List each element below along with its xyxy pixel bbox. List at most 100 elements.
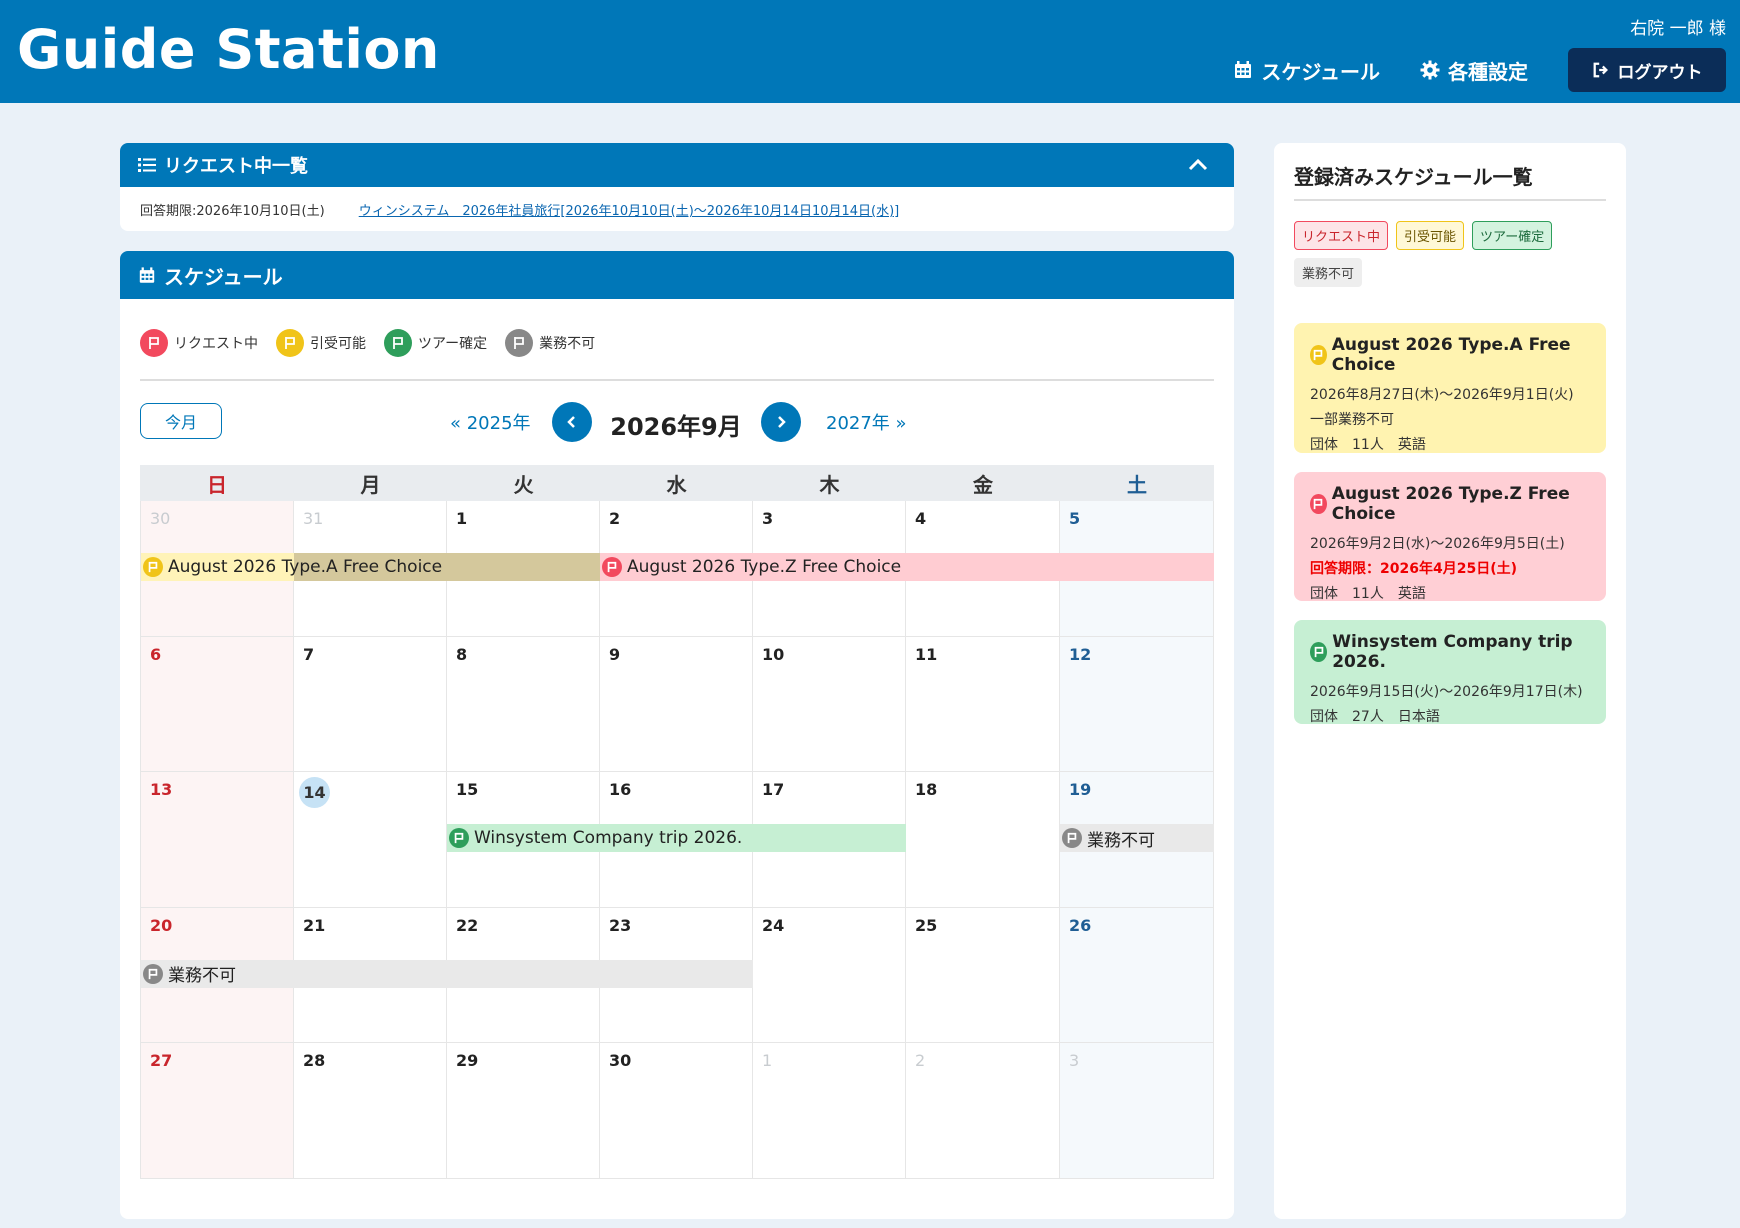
calendar-day[interactable]: 29 <box>447 1043 600 1179</box>
logout-button[interactable]: ログアウト <box>1568 48 1726 92</box>
event-bar-type-z[interactable]: August 2026 Type.Z Free Choice <box>600 553 1214 581</box>
schedule-card-note: 一部業務不可 <box>1310 412 1394 428</box>
nav-schedule-link[interactable]: スケジュール <box>1233 48 1380 92</box>
main-nav: スケジュール 各種設定 ログアウト <box>1233 48 1726 92</box>
chevron-up-icon[interactable] <box>1186 153 1210 177</box>
calendar-day[interactable]: 28 <box>294 1043 447 1179</box>
calendar-week: 13 14 15 16 17 18 19 Winsystem Company t… <box>140 772 1214 908</box>
day-number: 3 <box>762 509 774 528</box>
chevron-right-icon <box>778 416 786 428</box>
flag-icon <box>1062 828 1082 848</box>
badge-request[interactable]: リクエスト中 <box>1294 221 1389 250</box>
next-month-button[interactable] <box>761 402 801 442</box>
day-number: 28 <box>303 1051 326 1070</box>
event-label: 業務不可 <box>1087 830 1155 851</box>
request-link[interactable]: ウィンシステム 2026年社員旅行[2026年10月10日(土)〜2026年10… <box>359 200 900 219</box>
schedule-card: スケジュール リクエスト中 引受可能 ツアー確定 業務不可 今月 « 2025年… <box>120 251 1234 1219</box>
day-number: 1 <box>456 509 468 528</box>
day-number: 7 <box>303 644 315 664</box>
day-number: 1 <box>762 1051 773 1070</box>
status-legend: リクエスト中 引受可能 ツアー確定 業務不可 <box>140 329 613 357</box>
event-bar-winsystem[interactable]: Winsystem Company trip 2026. <box>447 824 906 852</box>
app-header: Guide Station 右院 一郎 様 スケジュール 各種設定 ログアウト <box>0 0 1740 103</box>
calendar-day[interactable]: 7 <box>294 636 447 772</box>
calendar-day[interactable]: 12 <box>1060 636 1214 772</box>
calendar-day[interactable]: 10 <box>753 636 906 772</box>
month-title: 2026年9月 <box>610 413 742 441</box>
calendar-day[interactable]: 27 <box>140 1043 294 1179</box>
badge-acceptable[interactable]: 引受可能 <box>1396 221 1465 250</box>
badge-confirmed[interactable]: ツアー確定 <box>1472 221 1553 250</box>
day-number: 31 <box>303 509 324 528</box>
schedule-card-title-text: August 2026 Type.A Free Choice <box>1331 335 1571 375</box>
prev-year-link[interactable]: « 2025年 <box>450 409 531 435</box>
legend-unavailable: 業務不可 <box>505 329 595 357</box>
calendar-day[interactable]: 1 <box>753 1043 906 1179</box>
calendar-day[interactable]: 3 <box>1060 1043 1214 1179</box>
event-bar-unavailable[interactable]: 業務不可 <box>141 959 753 988</box>
day-number: 10 <box>762 644 785 664</box>
day-number: 5 <box>1069 509 1081 528</box>
schedule-card-type-a[interactable]: August 2026 Type.A Free Choice 2026年8月27… <box>1294 323 1606 453</box>
schedule-card-type-z[interactable]: August 2026 Type.Z Free Choice 2026年9月2日… <box>1294 472 1606 602</box>
flag-icon <box>143 963 163 984</box>
day-number: 6 <box>150 644 162 664</box>
flag-icon <box>1310 345 1327 365</box>
nav-settings-link[interactable]: 各種設定 <box>1420 48 1528 92</box>
badge-unavailable[interactable]: 業務不可 <box>1294 258 1363 287</box>
calendar-day[interactable]: 30 <box>600 1043 753 1179</box>
next-year-link[interactable]: 2027年 » <box>826 409 907 435</box>
flag-icon <box>449 828 469 848</box>
day-number: 30 <box>609 1051 632 1070</box>
app-logo[interactable]: Guide Station <box>17 18 440 81</box>
nav-settings-label: 各種設定 <box>1448 59 1528 84</box>
flag-icon <box>143 557 163 577</box>
day-number: 17 <box>762 780 785 799</box>
calendar-day[interactable]: 18 <box>906 772 1060 908</box>
request-list-title: リクエスト中一覧 <box>164 156 308 177</box>
calendar-day[interactable]: 6 <box>140 636 294 772</box>
weekday-sun: 日 <box>207 472 227 497</box>
calendar-day[interactable]: 24 <box>753 907 906 1043</box>
event-label: Winsystem Company trip 2026. <box>474 828 743 848</box>
legend-confirmed-label: ツアー確定 <box>418 336 488 352</box>
day-number: 24 <box>762 915 785 935</box>
request-list-card: リクエスト中一覧 回答期限:2026年10月10日(土) ウィンシステム 202… <box>120 143 1234 231</box>
flag-icon <box>384 329 412 357</box>
day-number: 13 <box>150 780 173 799</box>
day-number: 2 <box>609 509 621 528</box>
calendar-day[interactable]: 8 <box>447 636 600 772</box>
calendar-day[interactable]: 25 <box>906 907 1060 1043</box>
flag-icon <box>276 329 304 357</box>
schedule-header: スケジュール <box>120 251 1234 299</box>
legend-unavailable-label: 業務不可 <box>539 336 596 352</box>
logout-label: ログアウト <box>1617 62 1703 83</box>
day-number: 26 <box>1069 915 1092 935</box>
calendar-week: 27 28 29 30 1 2 3 <box>140 1043 1214 1179</box>
calendar-day[interactable]: 13 <box>140 772 294 908</box>
schedule-title: スケジュール <box>164 264 283 289</box>
schedule-card-title-text: August 2026 Type.Z Free Choice <box>1331 484 1570 524</box>
schedule-card-dates: 2026年8月27日(木)〜2026年9月1日(火) <box>1310 387 1574 403</box>
this-month-button[interactable]: 今月 <box>140 403 222 439</box>
day-number: 27 <box>150 1051 173 1070</box>
calendar-day[interactable]: 11 <box>906 636 1060 772</box>
calendar-day[interactable]: 2 <box>906 1043 1060 1179</box>
event-bar-unavailable[interactable]: 業務不可 <box>1060 824 1214 852</box>
schedule-card-info: 団体 11人 英語 <box>1310 437 1426 453</box>
event-bar-type-a[interactable]: August 2026 Type.A Free Choice <box>141 553 600 581</box>
legend-confirmed: ツアー確定 <box>384 329 487 357</box>
calendar-day[interactable]: 26 <box>1060 907 1214 1043</box>
calendar-day-today[interactable]: 14 <box>294 772 447 908</box>
list-icon <box>138 158 156 172</box>
day-number: 8 <box>456 644 468 664</box>
user-name: 右院 一郎 様 <box>1630 19 1726 39</box>
weekday-sat: 土 <box>1127 472 1147 497</box>
calendar-day[interactable]: 9 <box>600 636 753 772</box>
day-number: 25 <box>915 915 938 935</box>
calendar-icon <box>1235 61 1252 78</box>
event-label: August 2026 Type.A Free Choice <box>168 557 443 577</box>
status-filter-badges: リクエスト中 引受可能 ツアー確定 業務不可 <box>1294 221 1594 287</box>
schedule-card-winsystem[interactable]: Winsystem Company trip 2026. 2026年9月15日(… <box>1294 620 1606 725</box>
weekday-header: 日 月 火 水 木 金 土 <box>140 465 1214 501</box>
